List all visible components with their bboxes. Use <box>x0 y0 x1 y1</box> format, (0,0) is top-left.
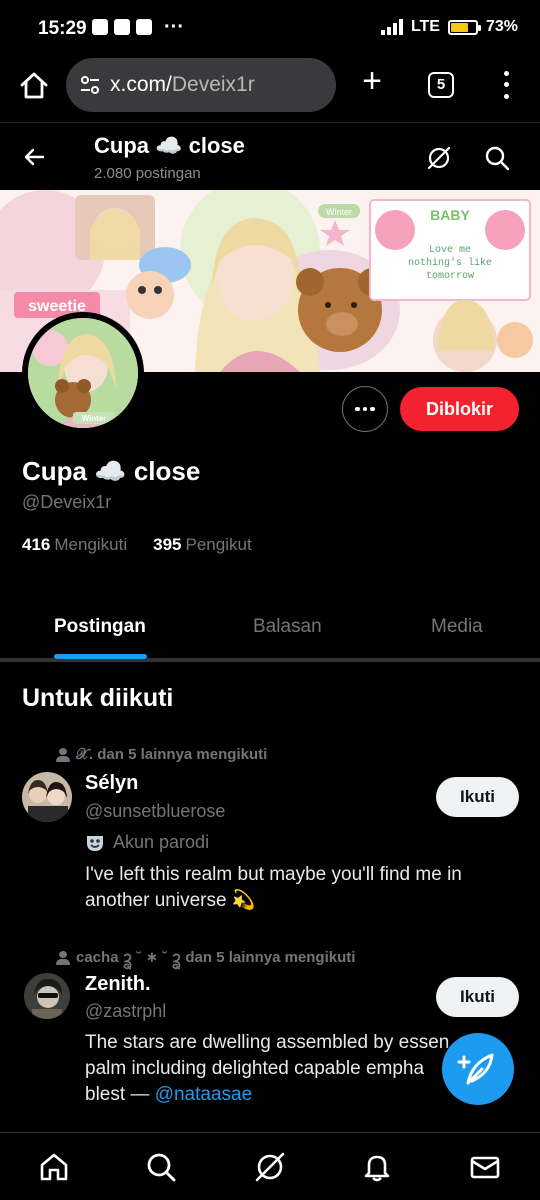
banner-note-line3: tomorrow <box>426 271 474 282</box>
download-notification-icon <box>114 19 130 35</box>
grok-icon[interactable] <box>426 145 452 171</box>
signal-icon <box>380 19 403 35</box>
network-type: LTE <box>410 18 440 35</box>
message-notification-icon <box>136 19 152 35</box>
tab-posts[interactable]: Postingan <box>54 616 146 638</box>
person-icon <box>56 747 70 762</box>
bottom-navigation <box>0 1132 540 1200</box>
back-arrow-icon[interactable] <box>22 145 46 169</box>
battery-percent: 73% <box>485 18 518 35</box>
avatar-image: Winter <box>28 318 138 428</box>
site-settings-icon[interactable] <box>80 75 100 95</box>
new-tab-button[interactable]: + <box>356 64 388 98</box>
grok-icon[interactable] <box>254 1151 286 1183</box>
follow-stats: 416 Mengikuti 395 Pengikut <box>22 535 252 555</box>
notifications-icon[interactable] <box>361 1151 393 1183</box>
status-time: 15:29 <box>38 18 87 39</box>
battery-icon <box>447 19 481 35</box>
more-options-button[interactable] <box>342 386 388 432</box>
suggestion-bio: The stars are dwelling assembled by esse… <box>85 1032 450 1105</box>
profile-handle: @Deveix1r <box>22 492 112 512</box>
social-context: 𝒳. dan 5 lainnya mengikuti <box>56 746 267 763</box>
banner-note-line2: nothing's like <box>408 257 492 269</box>
profile-tabs: Postingan Balasan Media <box>0 596 540 662</box>
search-icon[interactable] <box>145 1151 177 1183</box>
following-link[interactable]: 416 Mengikuti <box>22 535 127 555</box>
follow-button[interactable]: Ikuti <box>436 777 519 817</box>
suggestion-name[interactable]: Zenith. <box>85 973 151 996</box>
status-bar: 15:29 ··· LTE 73% <box>0 0 540 58</box>
suggestion-avatar[interactable] <box>24 973 70 1019</box>
banner-sticker-winter: Winter <box>326 207 352 217</box>
suggestion-handle: @sunsetbluerose <box>85 801 226 821</box>
status-right: LTE 73% <box>380 18 518 36</box>
suggestion-handle: @zastrphl <box>85 1001 167 1021</box>
address-bar[interactable]: x.com/Deveix1r <box>66 58 336 112</box>
follow-button[interactable]: Ikuti <box>436 977 519 1017</box>
banner-note-line1: Love me <box>429 245 471 256</box>
notification-icons: ··· <box>92 16 184 38</box>
banner-sticker-baby: BABY <box>430 207 470 223</box>
home-icon[interactable] <box>38 1151 70 1183</box>
social-context: cacha ᩄ ˘ ∗ ˘ ᩄ dan 5 lainnya mengikuti <box>56 946 355 970</box>
tab-media[interactable]: Media <box>431 616 483 638</box>
compose-post-button[interactable] <box>442 1033 514 1105</box>
browser-toolbar: x.com/Deveix1r + 5 <box>0 58 540 120</box>
compose-post-icon <box>457 1053 494 1085</box>
followers-link[interactable]: 395 Pengikut <box>153 535 252 555</box>
header-title: Cupa ☁️ close <box>94 133 245 158</box>
tab-replies[interactable]: Balasan <box>253 616 322 638</box>
profile-avatar[interactable]: Winter <box>22 312 144 434</box>
avatar-caption: Winter <box>82 414 107 423</box>
header-post-count: 2.080 postingan <box>94 165 201 182</box>
search-icon[interactable] <box>484 145 510 171</box>
browser-menu-button[interactable] <box>496 68 516 102</box>
profile-header: Cupa ☁️ close 2.080 postingan <box>0 122 540 190</box>
home-button[interactable] <box>18 70 50 102</box>
suggestion-bio: I've left this realm but maybe you'll fi… <box>85 864 462 911</box>
messages-icon[interactable] <box>469 1151 501 1183</box>
suggestion-name[interactable]: Sélyn <box>85 772 138 795</box>
bio-mention-link[interactable]: @nataasae <box>155 1084 252 1105</box>
active-tab-indicator <box>54 654 147 659</box>
url-text[interactable]: x.com/Deveix1r <box>110 73 255 97</box>
tab-switcher-button[interactable]: 5 <box>428 72 454 98</box>
parody-mask-icon <box>87 835 103 851</box>
trash-notification-icon <box>92 19 108 35</box>
person-icon <box>56 951 70 965</box>
suggestion-avatar[interactable] <box>22 772 72 822</box>
blocked-button[interactable]: Diblokir <box>400 387 519 431</box>
more-notifications-icon: ··· <box>164 16 184 38</box>
profile-name: Cupa ☁️ close <box>22 456 201 486</box>
who-to-follow-title: Untuk diikuti <box>22 684 174 712</box>
parody-label: Akun parodi <box>85 832 209 853</box>
